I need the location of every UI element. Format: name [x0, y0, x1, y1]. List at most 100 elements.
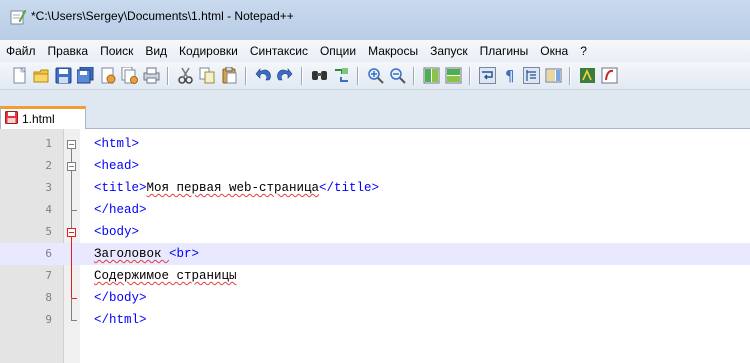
code-text: <body>: [94, 221, 139, 243]
new-file-icon[interactable]: [10, 67, 28, 85]
fold-guide: [71, 149, 72, 162]
close-all-icon[interactable]: [120, 67, 138, 85]
fold-toggle-head[interactable]: [67, 162, 76, 171]
code-line[interactable]: 8 </body>: [0, 287, 750, 309]
save-all-icon[interactable]: [76, 67, 94, 85]
menu-item-11[interactable]: ?: [574, 40, 593, 62]
menu-item-7[interactable]: Макросы: [362, 40, 424, 62]
code-text: </html>: [94, 309, 147, 331]
menu-item-6[interactable]: Опции: [314, 40, 362, 62]
menu-item-9[interactable]: Плагины: [474, 40, 535, 62]
code-text: <title>Моя первая web-страница</title>: [94, 177, 379, 199]
toolbar-separator: [167, 66, 169, 85]
code-line[interactable]: 5 <body>: [0, 221, 750, 243]
record-macro-icon[interactable]: [600, 67, 618, 85]
print-icon[interactable]: [142, 67, 160, 85]
code-text: </body>: [94, 287, 147, 309]
code-line[interactable]: 7 Содержимое страницы: [0, 265, 750, 287]
sync-v-icon[interactable]: [422, 67, 440, 85]
menu-item-5[interactable]: Синтаксис: [244, 40, 314, 62]
save-icon[interactable]: [54, 67, 72, 85]
line-number: 2: [45, 159, 52, 172]
fold-guide: [71, 171, 72, 210]
toolbar-separator: [245, 66, 247, 85]
menu-bar: Файл Правка Поиск Вид Кодировки Синтаксис Опци…: [0, 40, 750, 62]
code-line[interactable]: 6 Заголовок <br>: [0, 243, 750, 265]
line-number: 6: [45, 247, 52, 260]
doc-map-icon[interactable]: [544, 67, 562, 85]
html-tag-token: <head>: [94, 159, 140, 173]
code-lines[interactable]: 1 <html> 2 <head> 3 <title>Моя первая web-стр…: [0, 133, 750, 363]
line-number: 4: [45, 203, 52, 216]
code-text: Содержимое страницы: [94, 265, 237, 287]
fold-guide-active: [71, 237, 72, 298]
toolbar-separator: [569, 66, 571, 85]
code-text: <head>: [94, 155, 139, 177]
text-token: Моя первая web-страница: [146, 181, 320, 195]
html-tag-token: <br>: [169, 247, 200, 261]
line-number: 3: [45, 181, 52, 194]
html-tag-token: </body>: [94, 291, 147, 305]
menu-item-3[interactable]: Вид: [139, 40, 173, 62]
replace-icon[interactable]: [332, 67, 350, 85]
undo-icon[interactable]: [254, 67, 272, 85]
fold-end-html: [71, 320, 77, 321]
html-tag-token: </html>: [94, 313, 147, 327]
menu-item-10[interactable]: Окна: [534, 40, 574, 62]
menu-item-1[interactable]: Правка: [42, 40, 95, 62]
cut-icon[interactable]: [176, 67, 194, 85]
line-number: 8: [45, 291, 52, 304]
window-title: *C:\Users\Sergey\Documents\1.html - Note…: [31, 9, 294, 23]
function-list-icon[interactable]: [578, 67, 596, 85]
html-tag-token: </title>: [319, 181, 380, 195]
indent-guide-icon[interactable]: [522, 67, 540, 85]
code-text: Заголовок <br>: [94, 243, 199, 265]
tab-label: 1.html: [22, 112, 55, 126]
line-number: 7: [45, 269, 52, 282]
toolbar-separator: [413, 66, 415, 85]
line-number: 1: [45, 137, 52, 150]
html-tag-token: <body>: [94, 225, 140, 239]
fold-guide: [71, 210, 72, 228]
toolbar: ¶: [0, 62, 750, 90]
open-file-icon[interactable]: [32, 67, 50, 85]
notepadpp-app-icon[interactable]: [10, 9, 27, 25]
html-tag-token: <html>: [94, 137, 140, 151]
fold-guide: [71, 298, 72, 320]
tab-bar: [0, 106, 750, 129]
zoom-out-icon[interactable]: [388, 67, 406, 85]
fold-toggle-html[interactable]: [67, 140, 76, 149]
menu-item-2[interactable]: Поиск: [94, 40, 139, 62]
wrap-icon[interactable]: [478, 67, 496, 85]
line-number: 5: [45, 225, 52, 238]
html-tag-token: <title>: [94, 181, 147, 195]
code-line[interactable]: 1 <html>: [0, 133, 750, 155]
copy-icon[interactable]: [198, 67, 216, 85]
code-line[interactable]: 4 </head>: [0, 199, 750, 221]
find-icon[interactable]: [310, 67, 328, 85]
close-icon[interactable]: [98, 67, 116, 85]
fold-toggle-body[interactable]: [67, 228, 76, 237]
sync-h-icon[interactable]: [444, 67, 462, 85]
paste-icon[interactable]: [220, 67, 238, 85]
code-line[interactable]: 2 <head>: [0, 155, 750, 177]
code-line[interactable]: 3 <title>Моя первая web-страница</title>: [0, 177, 750, 199]
tab-1-html[interactable]: 1.html: [0, 106, 86, 129]
html-tag-token: </head>: [94, 203, 147, 217]
toolbar-separator: [357, 66, 359, 85]
all-chars-icon[interactable]: ¶: [500, 67, 518, 85]
toolbar-separator: [469, 66, 471, 85]
svg-text:¶: ¶: [505, 67, 515, 84]
save-status-icon: [5, 111, 18, 127]
code-line[interactable]: 9 </html>: [0, 309, 750, 331]
menu-item-0[interactable]: Файл: [0, 40, 42, 62]
zoom-in-icon[interactable]: [366, 67, 384, 85]
line-number: 9: [45, 313, 52, 326]
menu-item-8[interactable]: Запуск: [424, 40, 474, 62]
text-token: Содержимое страницы: [94, 269, 237, 283]
menu-item-4[interactable]: Кодировки: [173, 40, 244, 62]
code-text: <html>: [94, 133, 139, 155]
redo-icon[interactable]: [276, 67, 294, 85]
toolbar-separator: [301, 66, 303, 85]
code-text: </head>: [94, 199, 147, 221]
